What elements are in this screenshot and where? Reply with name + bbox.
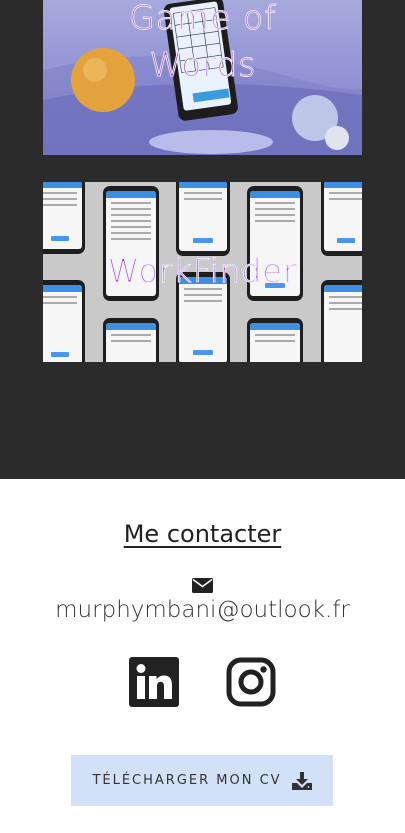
contact-email[interactable]: murphymbani@outlook.fr <box>0 597 405 623</box>
project-card-game-of-words[interactable]: Game of Words <box>43 0 362 155</box>
download-icon <box>291 771 312 790</box>
project-card-workfinder[interactable]: WorkFinder <box>43 182 362 362</box>
projects-section: Game of Words WorkFinder <box>0 0 405 479</box>
download-cv-button[interactable]: TÉLÉCHARGER MON CV <box>71 755 333 806</box>
project-title-game-of-words: Game of Words <box>129 0 277 85</box>
linkedin-icon[interactable] <box>129 657 179 707</box>
envelope-icon <box>192 578 213 593</box>
project-title-workfinder: WorkFinder <box>107 252 298 291</box>
download-cv-label: TÉLÉCHARGER MON CV <box>92 773 282 788</box>
instagram-icon[interactable] <box>226 657 276 707</box>
contact-heading: Me contacter <box>123 520 282 548</box>
